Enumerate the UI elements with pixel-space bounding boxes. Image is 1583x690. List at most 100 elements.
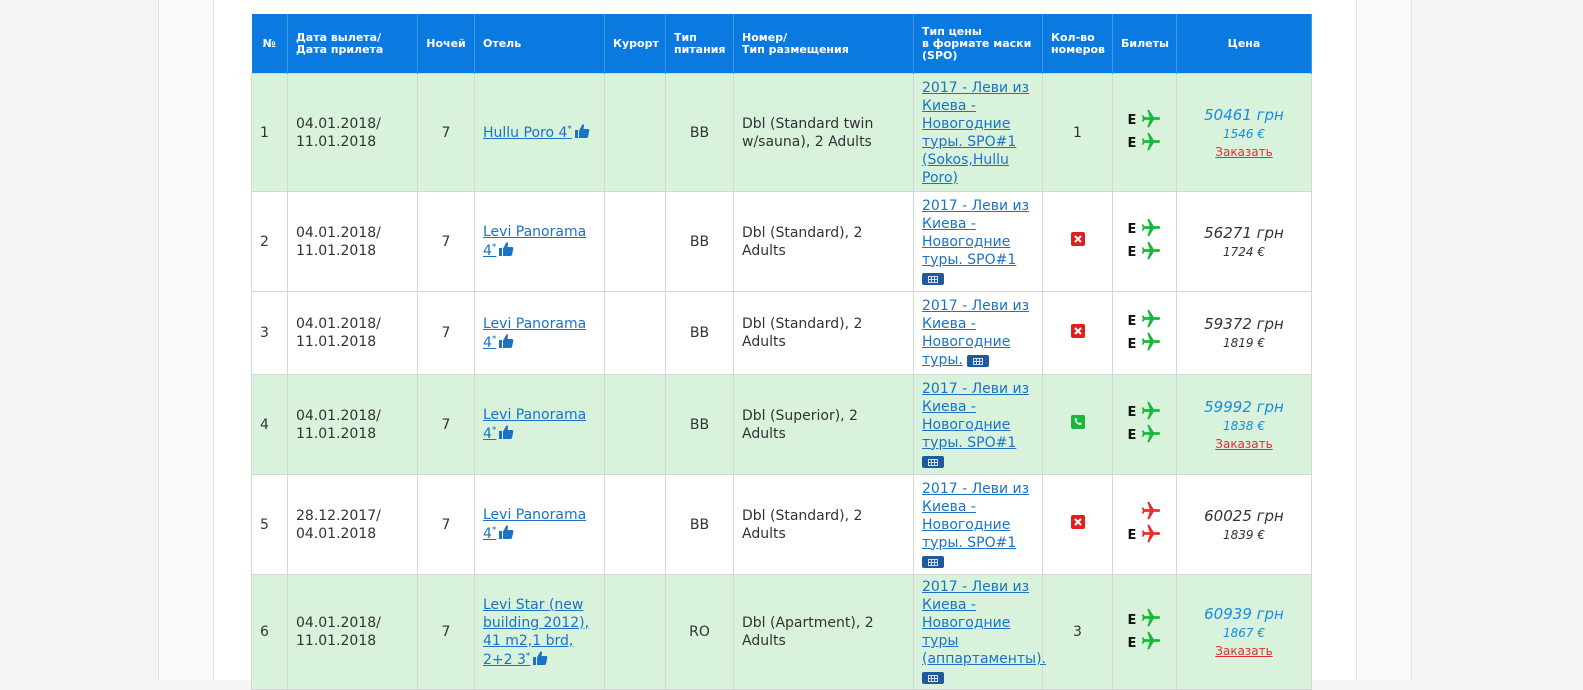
spo-line: туры.: [922, 352, 963, 368]
row-num: 1: [251, 73, 288, 192]
calendar-icon[interactable]: [922, 272, 944, 285]
spo-line: Киева -: [922, 97, 976, 114]
table-row: 1 04.01.2018/11.01.2018 7 Hullu Poro 4* …: [251, 73, 1312, 192]
hotel-name-line2: 4: [483, 426, 492, 442]
row-dates: 04.01.2018/11.01.2018: [287, 191, 418, 292]
plane-return-icon: [1141, 241, 1160, 259]
row-price: 59992 грн 1838 € Заказать: [1176, 374, 1312, 475]
rooms-count-value: 1: [1073, 124, 1082, 141]
row-room: Dbl (Standard), 2 Adults: [733, 191, 914, 292]
thumbs-up-icon[interactable]: [498, 524, 514, 540]
header-num-label: №: [262, 36, 276, 50]
spo-link[interactable]: 2017 - Леви из Киева - Новогодние туры. SPO…: [922, 481, 1029, 551]
ticket-class-in: E: [1127, 336, 1137, 352]
hotel-star: *: [491, 242, 497, 253]
date-in: 11.01.2018: [296, 334, 377, 350]
row-rooms-count: [1042, 374, 1113, 475]
plane-return-icon: [1141, 132, 1160, 150]
price-eur: 1867 €: [1223, 626, 1265, 640]
order-link[interactable]: Заказать: [1215, 437, 1272, 451]
spo-line: туры. SPO#1: [922, 251, 1017, 268]
table-header-row: № Дата вылета/Дата прилета Ночей Отель К…: [251, 14, 1312, 74]
hotel-name-line1: Levi Panorama: [483, 315, 587, 332]
hotel-name-line2: 4: [483, 526, 492, 542]
hotel-name-line1: Levi Panorama: [483, 224, 587, 240]
spo-link[interactable]: 2017 - Леви из Киева - Новогодние туры. SPO…: [922, 381, 1029, 451]
spo-link[interactable]: 2017 - Леви из Киева - Новогодние туры. SPO…: [922, 80, 1029, 186]
order-link[interactable]: Заказать: [1215, 644, 1272, 658]
spo-link[interactable]: 2017 - Леви из Киева - Новогодние туры. SPO…: [922, 198, 1029, 268]
phone-icon: [1070, 415, 1085, 429]
meal-value: BB: [689, 416, 710, 433]
row-spo: 2017 - Леви из Киева - Новогодние туры (аппа…: [913, 574, 1046, 690]
spo-link[interactable]: 2017 - Леви из Киева - Новогодние туры (аппа…: [922, 579, 1046, 667]
row-meal: BB: [665, 191, 734, 292]
header-resort: Курорт: [604, 14, 666, 74]
date-out: 28.12.2017/: [296, 507, 381, 524]
header-nights-label: Ночей: [426, 36, 466, 50]
row-num: 4: [251, 374, 288, 475]
row-resort: [604, 474, 666, 575]
order-link[interactable]: Заказать: [1215, 145, 1272, 159]
header-tickets-label: Билеты: [1121, 36, 1169, 50]
header-dates: Дата вылета/Дата прилета: [287, 14, 418, 74]
date-in: 11.01.2018: [296, 425, 377, 442]
row-num-value: 2: [260, 233, 269, 250]
hotel-name-line1: Levi Star (new: [483, 596, 584, 613]
ticket-return: E: [1121, 424, 1168, 448]
thumbs-up-icon[interactable]: [574, 123, 590, 139]
row-room: Dbl (Standard twin w/sauna), 2 Adults: [733, 73, 914, 192]
room-line1: Dbl (Standard twin: [742, 115, 874, 132]
header-price-type-line3: (SPO): [922, 48, 958, 62]
hotel-star: *: [525, 650, 531, 661]
row-price: 50461 грн 1546 € Заказать: [1176, 73, 1312, 192]
row-room: Dbl (Superior), 2 Adults: [733, 374, 914, 475]
spo-line: 2017 - Леви из: [922, 579, 1030, 595]
date-out: 04.01.2018/: [296, 316, 381, 332]
date-in: 04.01.2018: [296, 525, 377, 542]
spo-line: (Sokos,Hullu: [922, 151, 1009, 168]
hotel-name-line1: Levi Panorama: [483, 507, 587, 523]
ticket-outbound: E: [1121, 309, 1168, 333]
row-price: 60025 грн 1839 €: [1176, 474, 1312, 575]
header-meal: Тип питания: [665, 14, 734, 74]
row-dates: 28.12.2017/04.01.2018: [287, 474, 418, 575]
thumbs-up-icon[interactable]: [498, 241, 514, 257]
thumbs-up-icon[interactable]: [498, 424, 514, 440]
tours-table: № Дата вылета/Дата прилета Ночей Отель К…: [251, 14, 1312, 690]
ticket-class-out: E: [1127, 313, 1137, 329]
spo-line: 2017 - Леви из: [922, 79, 1030, 96]
price-eur: 1819 €: [1223, 336, 1265, 350]
row-meal: RO: [665, 574, 734, 690]
header-rooms-line2: номеров: [1051, 42, 1106, 56]
row-rooms-count: [1042, 191, 1113, 292]
row-room: Dbl (Apartment), 2 Adults: [733, 574, 914, 690]
plane-outbound-icon: [1141, 218, 1160, 236]
calendar-icon[interactable]: [922, 555, 944, 568]
header-hotel: Отель: [474, 14, 605, 74]
row-tickets: E: [1112, 474, 1177, 575]
plane-return-icon: [1141, 524, 1160, 542]
price-uah: 59992 грн: [1204, 397, 1284, 416]
calendar-icon[interactable]: [967, 355, 990, 367]
row-nights: 7: [417, 374, 475, 475]
header-num: №: [251, 14, 288, 74]
meal-value: RO: [689, 624, 710, 640]
spo-line: туры. SPO#1: [922, 534, 1017, 551]
row-hotel: Levi Star (new building 2012), 41 m2,1 brd…: [474, 574, 605, 690]
row-price: 56271 грн 1724 €: [1176, 191, 1312, 292]
calendar-icon[interactable]: [922, 672, 944, 684]
header-dates-line2: Дата прилета: [296, 42, 384, 56]
date-in: 11.01.2018: [296, 242, 377, 259]
plane-return-icon: [1141, 332, 1160, 351]
hotel-star: *: [567, 124, 572, 135]
row-price: 60939 грн 1867 € Заказать: [1176, 574, 1312, 690]
row-room: Dbl (Standard), 2 Adults: [733, 474, 914, 575]
row-num-value: 5: [260, 516, 269, 533]
thumbs-up-icon[interactable]: [532, 650, 548, 666]
spo-line: 2017 - Леви из: [922, 480, 1030, 497]
thumbs-up-icon[interactable]: [498, 333, 514, 349]
hotel-link[interactable]: Hullu Poro 4*: [483, 125, 572, 141]
calendar-icon[interactable]: [922, 455, 944, 468]
plane-return-icon: [1141, 424, 1160, 442]
